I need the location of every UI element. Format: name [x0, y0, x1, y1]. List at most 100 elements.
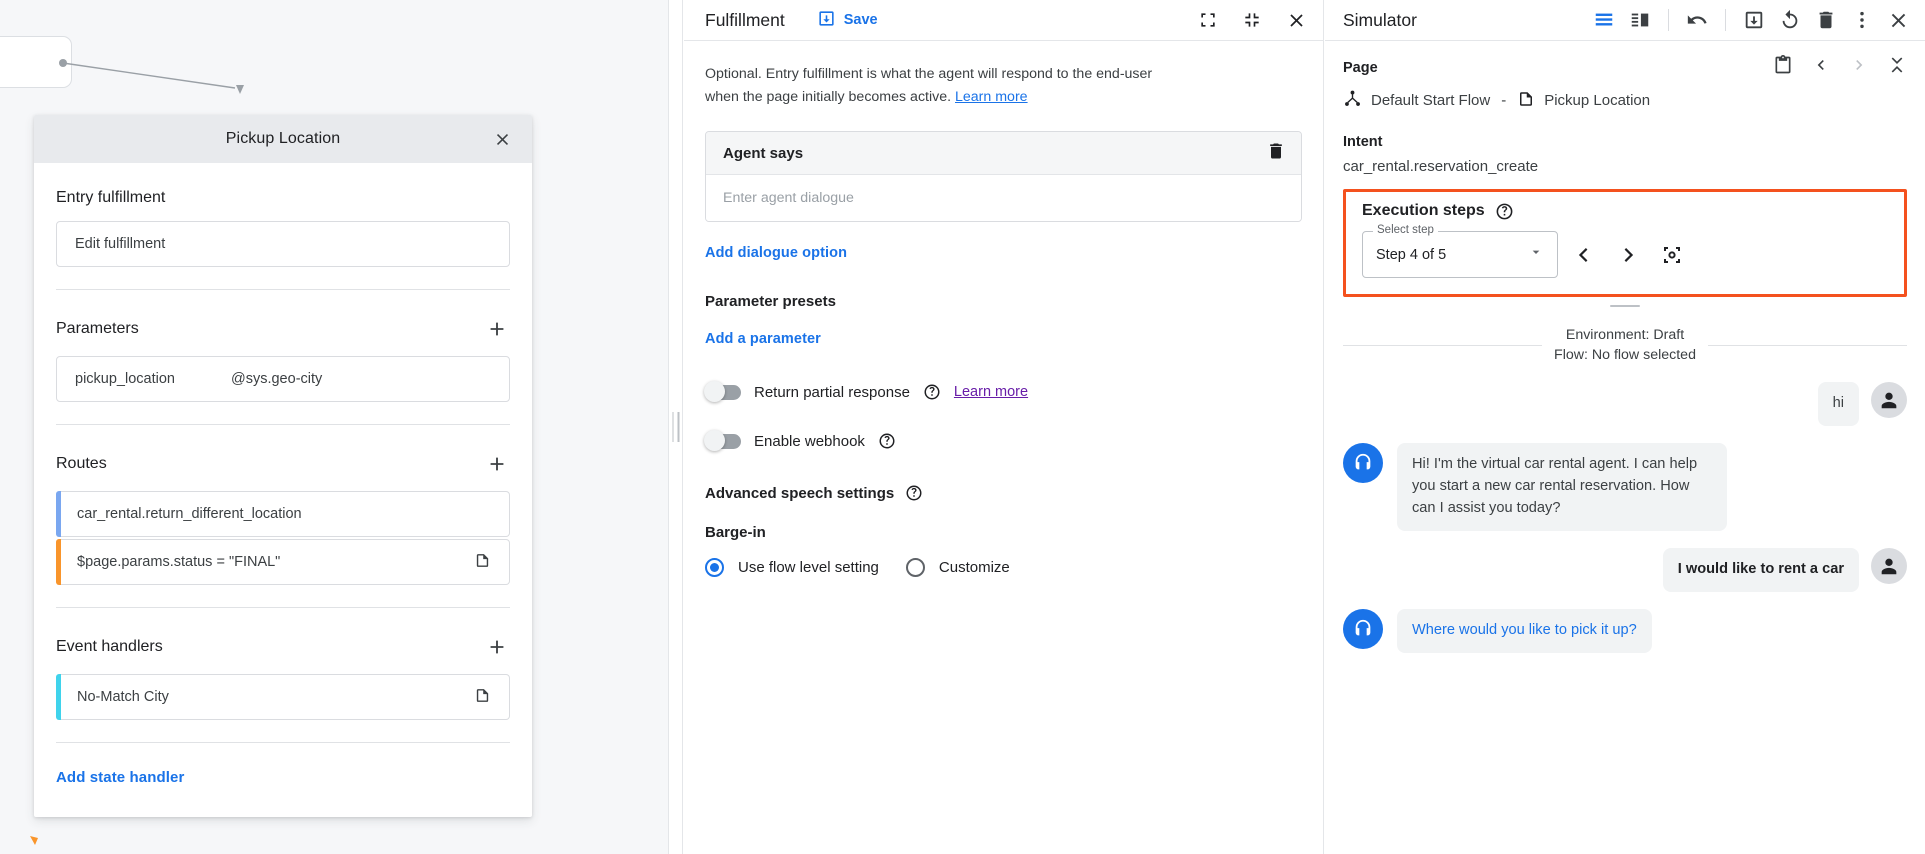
edit-fulfillment-label: Edit fulfillment	[75, 236, 165, 252]
delete-icon[interactable]	[1811, 5, 1841, 35]
route-body: car_rental.return_different_location	[61, 491, 510, 537]
list-view-icon[interactable]	[1589, 5, 1619, 35]
execution-steps-box: Execution steps Select step Step 4 of 5	[1343, 189, 1907, 297]
next-step-button[interactable]	[1610, 237, 1646, 273]
fulfillment-panel: Fulfillment Save Optio	[684, 0, 1324, 854]
divider	[1708, 345, 1907, 346]
page-panel-body: Entry fulfillment Edit fulfillment Param…	[34, 163, 532, 817]
route-row[interactable]: car_rental.return_different_location	[56, 491, 510, 537]
add-route-icon[interactable]	[484, 451, 510, 477]
add-dialogue-option-button[interactable]: Add dialogue option	[705, 245, 847, 261]
save-label: Save	[844, 12, 878, 28]
select-step-dropdown[interactable]: Select step Step 4 of 5	[1362, 231, 1558, 278]
fullscreen-icon[interactable]	[1195, 7, 1221, 33]
center-focus-icon[interactable]	[1654, 237, 1690, 273]
chat-bubble[interactable]: Where would you like to pick it up?	[1397, 609, 1652, 653]
page-icon[interactable]	[474, 687, 491, 708]
agent-says-header: Agent says	[706, 132, 1301, 175]
return-partial-response-learn-more-link[interactable]: Learn more	[954, 384, 1028, 400]
divider	[1668, 9, 1669, 31]
simulator-drag-handle[interactable]	[1343, 297, 1907, 309]
split-view-icon[interactable]	[1625, 5, 1655, 35]
collapse-icon[interactable]	[1239, 7, 1265, 33]
advanced-speech-settings-row[interactable]: Advanced speech settings	[705, 484, 1302, 502]
enable-webhook-toggle[interactable]	[705, 434, 741, 449]
help-circle-icon[interactable]	[878, 432, 896, 450]
route-row[interactable]: $page.params.status = "FINAL"	[56, 539, 510, 585]
parameter-type: @sys.geo-city	[231, 371, 322, 387]
simulator-header: Simulator	[1325, 0, 1925, 41]
chat-bubble: hi	[1818, 382, 1859, 426]
agent-says-card: Agent says Enter agent dialogue	[705, 131, 1302, 222]
chevron-left-icon[interactable]	[1811, 55, 1831, 80]
previous-step-button[interactable]	[1566, 237, 1602, 273]
parameter-row[interactable]: pickup_location @sys.geo-city	[56, 356, 510, 402]
more-vert-icon[interactable]	[1847, 5, 1877, 35]
breadcrumb-flow[interactable]: Default Start Flow	[1371, 92, 1490, 109]
chevron-down-icon	[1528, 244, 1544, 265]
barge-in-option-label: Use flow level setting	[738, 559, 879, 576]
breadcrumb: Default Start Flow - Pickup Location	[1343, 89, 1907, 112]
event-handler-label: No-Match City	[77, 689, 169, 705]
breadcrumb-separator: -	[1501, 92, 1506, 109]
page-detail-panel: Pickup Location Entry fulfillment Edit f…	[34, 115, 532, 817]
page-icon	[1517, 90, 1535, 112]
chat-bubble: Hi! I'm the virtual car rental agent. I …	[1397, 443, 1727, 531]
help-circle-icon[interactable]	[905, 484, 923, 502]
agent-says-title: Agent says	[723, 145, 803, 162]
add-event-handler-icon[interactable]	[484, 634, 510, 660]
page-icon[interactable]	[474, 552, 491, 573]
page-panel-header: Pickup Location	[34, 115, 532, 163]
event-handler-row[interactable]: No-Match City	[56, 674, 510, 720]
add-state-handler-button[interactable]: Add state handler	[56, 743, 184, 786]
edit-fulfillment-card[interactable]: Edit fulfillment	[56, 221, 510, 267]
environment-status: Environment: Draft Flow: No flow selecte…	[1554, 325, 1696, 365]
panel-splitter[interactable]	[668, 0, 683, 854]
simulator-chat: Environment: Draft Flow: No flow selecte…	[1325, 309, 1925, 854]
splitter-grip-icon	[672, 412, 679, 442]
app-root: Pickup Location Entry fulfillment Edit f…	[0, 0, 1925, 854]
save-button[interactable]: Save	[817, 9, 878, 32]
fulfillment-header: Fulfillment Save	[684, 0, 1323, 41]
help-circle-icon[interactable]	[1495, 202, 1513, 220]
close-icon[interactable]	[1883, 5, 1913, 35]
restart-icon[interactable]	[1775, 5, 1805, 35]
simulator-panel: Simulator	[1325, 0, 1925, 854]
page-title: Pickup Location	[226, 130, 340, 148]
save-download-icon[interactable]	[1739, 5, 1769, 35]
intent-value: car_rental.reservation_create	[1343, 158, 1907, 175]
return-partial-response-toggle[interactable]	[705, 385, 741, 400]
close-icon[interactable]	[488, 125, 516, 153]
collapse-vertical-icon[interactable]	[1887, 55, 1907, 80]
close-icon[interactable]	[1283, 7, 1309, 33]
advanced-speech-settings-label: Advanced speech settings	[705, 485, 894, 502]
clipboard-icon[interactable]	[1773, 55, 1793, 80]
routes-header: Routes	[56, 425, 510, 491]
learn-more-link[interactable]: Learn more	[955, 89, 1028, 105]
barge-in-options: Use flow level setting Customize	[705, 558, 1302, 577]
chat-message-agent: Where would you like to pick it up?	[1343, 609, 1907, 653]
event-handlers-heading: Event handlers	[56, 638, 163, 656]
agent-avatar-icon	[1343, 443, 1383, 483]
simulator-header-icons	[1589, 5, 1913, 35]
agent-dialogue-input[interactable]: Enter agent dialogue	[706, 175, 1301, 221]
barge-in-option-customize[interactable]	[906, 558, 925, 577]
parameters-header: Parameters	[56, 290, 510, 356]
add-parameter-button[interactable]: Add a parameter	[705, 331, 821, 347]
fulfillment-title: Fulfillment	[705, 10, 785, 31]
parameters-heading: Parameters	[56, 320, 139, 338]
undo-icon[interactable]	[1682, 5, 1712, 35]
event-handler-body: No-Match City	[61, 674, 510, 720]
entry-fulfillment-heading: Entry fulfillment	[56, 163, 510, 221]
barge-in-option-use-flow-level[interactable]	[705, 558, 724, 577]
add-parameter-icon[interactable]	[484, 316, 510, 342]
chevron-right-icon[interactable]	[1849, 55, 1869, 80]
chat-message-user: I would like to rent a car	[1343, 548, 1907, 592]
route-label: car_rental.return_different_location	[77, 506, 302, 522]
help-circle-icon[interactable]	[923, 383, 941, 401]
barge-in-option-label: Customize	[939, 559, 1010, 576]
page-row-icons	[1773, 55, 1907, 80]
breadcrumb-page[interactable]: Pickup Location	[1544, 92, 1650, 109]
trash-icon[interactable]	[1266, 141, 1286, 166]
route-label: $page.params.status = "FINAL"	[77, 554, 280, 570]
